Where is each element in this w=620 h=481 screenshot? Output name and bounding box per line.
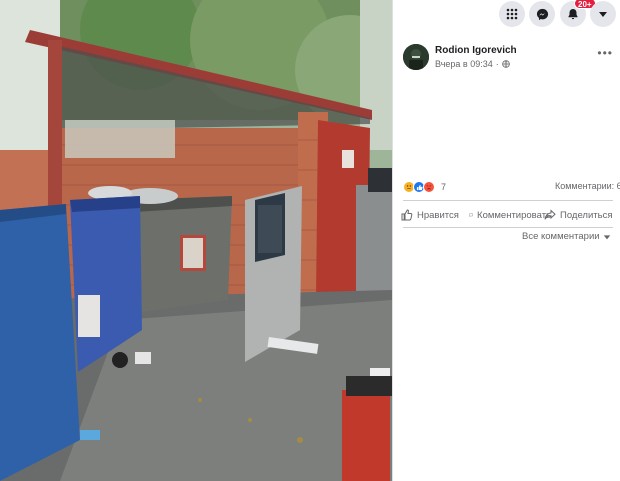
like-label: Нравится [417,209,459,221]
share-button[interactable]: Поделиться [544,205,620,225]
like-button[interactable]: Нравится [401,205,459,225]
comments-filter-dropdown[interactable]: Все комментарии [522,231,611,242]
share-label: Поделиться [560,209,613,221]
post-actions: Нравится Комментировать Поделиться [401,205,620,225]
menu-button[interactable] [499,1,525,27]
comment-label: Комментировать [477,209,551,221]
angry-reaction-icon [423,181,435,193]
top-navigation: 20+ [393,0,620,28]
comment-button[interactable]: Комментировать [469,205,551,225]
bell-icon [568,9,578,20]
post-photo[interactable] [0,0,392,481]
divider [403,200,613,201]
reaction-icons [403,181,435,193]
comment-icon [469,213,473,218]
share-icon [544,209,556,220]
divider [403,227,613,228]
grid-menu-icon [506,8,518,20]
messenger-button[interactable] [529,1,555,27]
comments-filter-label: Все комментарии [522,231,600,242]
notifications-button[interactable]: 20+ [560,0,596,27]
photo-scene [0,0,392,481]
messenger-icon [536,8,548,20]
account-menu-button[interactable] [590,1,616,27]
post-meta: Вчера в 09:34 · [435,59,510,69]
thumbs-up-icon [401,209,413,221]
post-header: Rodion Igorevich Вчера в 09:34 · ••• [403,44,613,72]
chevron-down-icon [603,234,610,239]
post-sidebar: 20+ Rodion Igorevich Вчера в 09:34 · •••… [392,0,620,481]
avatar-image [403,44,429,70]
comments-count[interactable]: Комментарии: 6 [555,181,620,191]
post-timestamp[interactable]: Вчера в 09:34 [435,59,493,69]
dot-separator: · [495,59,499,69]
reactions-summary[interactable]: 7 Комментарии: 6 [403,179,620,195]
author-name[interactable]: Rodion Igorevich [435,45,517,56]
reaction-count: 7 [441,182,447,192]
caret-down-icon [599,12,607,17]
globe-icon [501,60,510,68]
more-dots-icon[interactable]: ••• [597,47,613,59]
author-avatar[interactable] [403,44,429,70]
